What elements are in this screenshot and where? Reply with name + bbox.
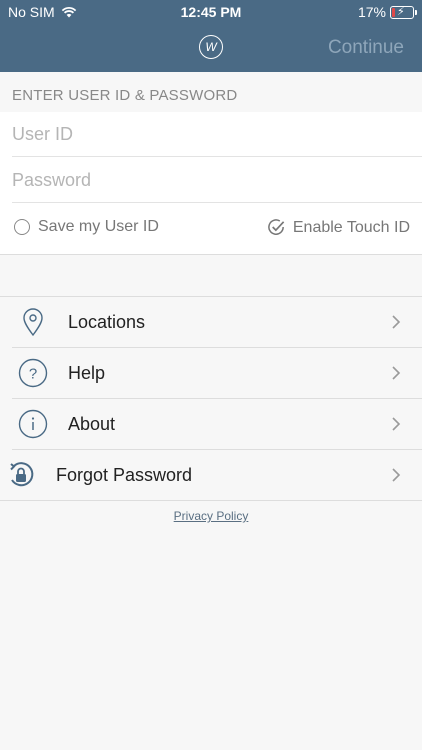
user-id-input[interactable]: [12, 112, 422, 157]
nav-bar: W Continue: [0, 24, 422, 72]
battery-percent: 17%: [357, 4, 386, 20]
check-circle-icon[interactable]: [267, 218, 286, 237]
location-pin-icon: [23, 308, 43, 337]
battery-fill: [392, 7, 395, 17]
save-user-id-label: Save my User ID: [38, 218, 159, 235]
chevron-right-icon: [392, 468, 401, 482]
status-right: 17% ⚡: [357, 4, 417, 20]
login-form: Save my User ID Enable Touch ID: [0, 112, 422, 255]
chevron-right-icon: [392, 417, 401, 431]
chevron-right-icon: [392, 315, 401, 329]
privacy-policy-link[interactable]: Privacy Policy: [0, 509, 422, 523]
login-section-label: ENTER USER ID & PASSWORD: [12, 87, 238, 104]
menu-item-help[interactable]: ? Help: [12, 348, 422, 399]
status-bar: No SIM 12:45 PM 17% ⚡: [0, 0, 422, 24]
menu-item-label: Help: [68, 363, 106, 383]
lock-refresh-icon: [10, 462, 34, 487]
menu-item-locations[interactable]: Locations: [12, 297, 422, 348]
charging-bolt-icon: ⚡: [397, 5, 405, 18]
logo-icon: W: [199, 35, 223, 59]
password-input[interactable]: [12, 158, 422, 203]
menu-item-label: About: [68, 414, 116, 434]
continue-button[interactable]: Continue: [328, 37, 404, 59]
enable-touch-id-label: Enable Touch ID: [292, 218, 410, 236]
save-user-id-option[interactable]: Save my User ID: [14, 218, 159, 236]
top-bar: No SIM 12:45 PM 17% ⚡ W Continue: [0, 0, 422, 72]
save-user-id-radio[interactable]: [14, 219, 30, 235]
menu-item-about[interactable]: About: [12, 399, 422, 450]
menu-item-forgot-password[interactable]: Forgot Password: [0, 450, 422, 501]
svg-text:?: ?: [29, 366, 37, 383]
info-icon: [18, 409, 48, 439]
enable-touch-id-option[interactable]: Enable Touch ID: [267, 218, 410, 237]
menu-item-label: Locations: [68, 312, 146, 332]
battery-charging-icon: ⚡: [390, 5, 417, 19]
menu-list: Locations ? Help About Forgot Password: [0, 296, 422, 501]
question-icon: ?: [18, 358, 48, 388]
menu-item-label: Forgot Password: [56, 465, 193, 485]
chevron-right-icon: [392, 366, 401, 380]
